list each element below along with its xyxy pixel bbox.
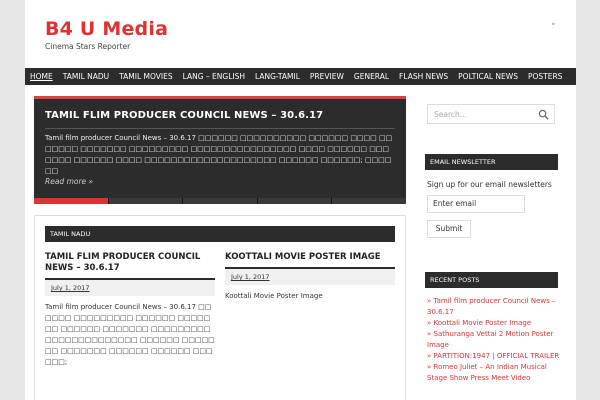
slider-pagination [34,198,406,204]
read-more-link[interactable]: Read more » [45,177,93,186]
newsletter-text: Sign up for our email newsletters [427,180,552,189]
recent-post-link[interactable]: PARTITION:1947 | OFFICIAL TRAILER [427,351,560,362]
slider-tab[interactable] [332,198,406,204]
main-content: TAMIL FLIM PRODUCER COUNCIL NEWS – 30.6.… [25,85,576,400]
recent-post-link[interactable]: Sathuranga Vettai 2 Motion Poster Image [427,329,560,351]
category-title[interactable]: TAMIL NADU [45,226,395,242]
main-nav: HOME TAMIL NADU TAMIL MOVIES LANG – ENGL… [25,68,576,85]
newsletter-widget-title: EMAIL NEWSLETTER [425,154,558,170]
post-date[interactable]: July 1, 2017 [231,273,270,281]
post-meta: July 1, 2017 [45,278,215,296]
recent-post-link[interactable]: Koottali Movie Poster Image [427,318,560,329]
search-input[interactable]: Search... [427,104,555,124]
category-post: TAMIL FLIM PRODUCER COUNCIL NEWS – 30.6.… [45,252,215,368]
email-field[interactable]: Enter email [427,195,525,213]
featured-slider: TAMIL FLIM PRODUCER COUNCIL NEWS – 30.6.… [34,96,406,204]
nav-item-political-news[interactable]: POLTICAL NEWS [453,68,523,85]
slider-title[interactable]: TAMIL FLIM PRODUCER COUNCIL NEWS – 30.6.… [45,110,323,121]
category-post: KOOTTALI MOVIE POSTER IMAGE July 1, 2017… [225,252,395,302]
post-title[interactable]: KOOTTALI MOVIE POSTER IMAGE [225,252,395,263]
site-tagline: Cinema Stars Reporter [45,42,131,51]
slider-tab[interactable] [183,198,257,204]
nav-item-flash-news[interactable]: FLASH NEWS [394,68,453,85]
post-excerpt: Koottali Movie Poster Image [225,292,323,300]
submit-button[interactable]: Submit [427,220,471,238]
post-title[interactable]: TAMIL FLIM PRODUCER COUNCIL NEWS – 30.6.… [45,252,215,274]
nav-item-tamil-nadu[interactable]: TAMIL NADU [58,68,114,85]
search-icon[interactable] [538,109,549,120]
slider-tab[interactable] [257,198,332,204]
post-excerpt: Tamil film producer Council News – 30.6.… [45,303,215,366]
post-date[interactable]: July 1, 2017 [51,284,90,292]
post-meta: July 1, 2017 [225,267,395,285]
slider-tab[interactable] [34,198,108,204]
recent-post-link[interactable]: Romeo Juliet – An Indian Musical Stage S… [427,362,560,384]
nav-item-lang-english[interactable]: LANG – ENGLISH [178,68,250,85]
category-box-tamil-nadu: TAMIL NADU TAMIL FLIM PRODUCER COUNCIL N… [34,215,406,400]
nav-item-lang-tamil[interactable]: LANG-TAMIL [250,68,305,85]
nav-item-preview[interactable]: PREVIEW [305,68,349,85]
site-title[interactable]: B4 U Media [45,18,168,40]
nav-item-general[interactable]: GENERAL [349,68,394,85]
slider-tab[interactable] [108,198,183,204]
slider-divider [45,128,395,129]
site-header: B4 U Media Cinema Stars Reporter • [25,0,576,68]
nav-item-home[interactable]: HOME [25,68,58,85]
nav-item-tamil-movies[interactable]: TAMIL MOVIES [114,68,177,85]
nav-item-posters[interactable]: POSTERS [523,68,567,85]
search-placeholder: Search... [434,110,467,119]
recent-posts-list: Tamil film producer Council News – 30.6.… [427,296,560,384]
recent-post-link[interactable]: Tamil film producer Council News – 30.6.… [427,296,560,318]
recent-posts-title: RECENT POSTS [425,272,558,288]
slider-excerpt: Tamil film producer Council News – 30.6.… [45,134,393,175]
header-dot-icon: • [551,20,556,29]
